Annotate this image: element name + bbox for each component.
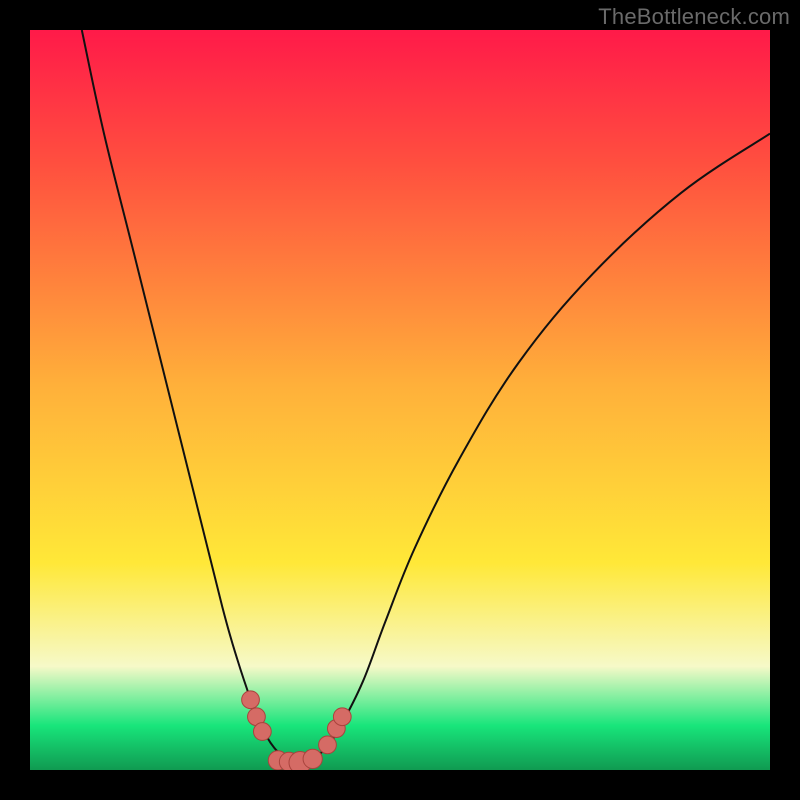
watermark-text: TheBottleneck.com — [598, 4, 790, 30]
chart-svg — [30, 30, 770, 770]
data-marker — [303, 749, 322, 768]
data-marker — [242, 691, 260, 709]
data-marker — [253, 723, 271, 741]
data-marker — [319, 736, 337, 754]
data-marker — [333, 708, 351, 726]
chart-frame: TheBottleneck.com — [0, 0, 800, 800]
gradient-background — [30, 30, 770, 770]
plot-area — [30, 30, 770, 770]
